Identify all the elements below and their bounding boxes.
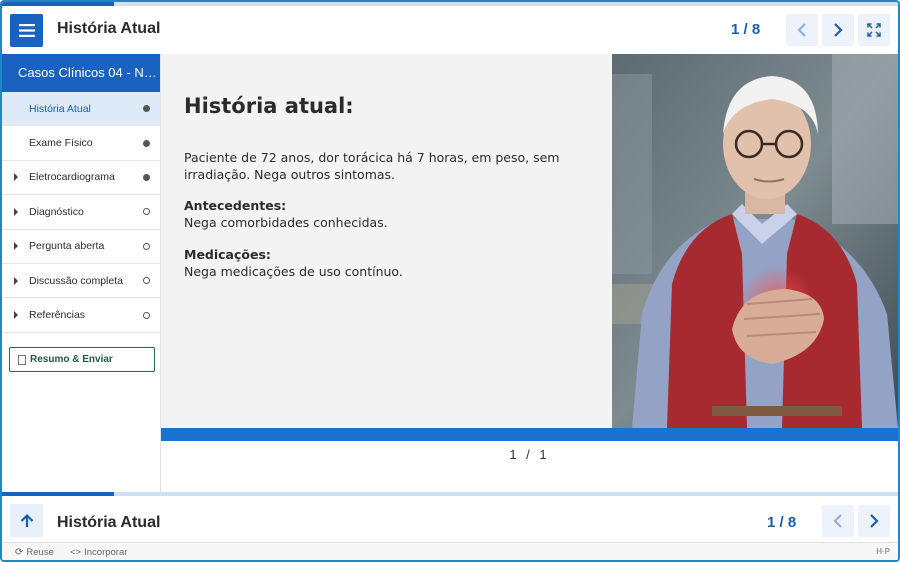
visited-dot-icon: [143, 105, 150, 113]
embed-link[interactable]: <> Incorporar: [70, 547, 127, 558]
unvisited-dot-icon: [143, 311, 150, 319]
caret-right-icon: [14, 242, 18, 251]
visited-dot-icon: [143, 173, 150, 181]
case-title[interactable]: Casos Clínicos 04 - Não Disponível: [2, 54, 160, 92]
page-title: História Atual: [57, 20, 161, 37]
sidebar-item-label: Discussão completa: [29, 274, 123, 287]
content-title: História atual:: [184, 94, 354, 118]
refresh-icon: ⟳: [15, 547, 24, 558]
reuse-label: Reuse: [26, 547, 54, 558]
arrow-up-icon: [20, 513, 33, 527]
background-heading: Antecedentes:: [184, 198, 287, 213]
sidebar-item[interactable]: História Atual: [2, 92, 160, 127]
medications-heading: Medicações:: [184, 247, 271, 262]
page-counter: 1 / 8: [731, 21, 761, 38]
sidebar-item[interactable]: Discussão completa: [2, 264, 160, 299]
app-frame: História Atual 1 / 8 Casos Clínicos 04 -…: [0, 0, 900, 562]
background-section: Antecedentes: Nega comorbidades conhecid…: [184, 197, 584, 231]
bottom-next-button[interactable]: [858, 505, 890, 537]
sidebar-item[interactable]: Eletrocardiograma: [2, 161, 160, 196]
footer: ⟳ Reuse <> Incorporar H·P: [2, 542, 898, 560]
sidebar-item-label: Pergunta aberta: [29, 240, 105, 253]
embed-label: Incorporar: [84, 547, 128, 558]
caret-right-icon: [14, 207, 18, 216]
sidebar-item[interactable]: Pergunta aberta: [2, 230, 160, 264]
sidebar-item[interactable]: Diagnóstico: [2, 195, 160, 230]
sidebar-item-label: Exame Físico: [29, 137, 93, 150]
reuse-link[interactable]: ⟳ Reuse: [15, 547, 54, 558]
history-paragraph: Paciente de 72 anos, dor torácica há 7 h…: [184, 150, 560, 182]
sidebar-item-label: Referências: [29, 309, 86, 322]
fullscreen-icon: [867, 23, 881, 37]
chevron-left-icon: [833, 514, 842, 528]
sidebar-item-label: Eletrocardiograma: [29, 171, 115, 184]
summary-submit-label: Resumo & Enviar: [30, 354, 113, 365]
code-icon: <>: [70, 547, 82, 558]
caret-right-icon: [14, 173, 18, 182]
medications-section: Medicações: Nega medicações de uso contí…: [184, 246, 584, 280]
top-bar: História Atual 1 / 8: [2, 6, 898, 54]
scroll-up-button[interactable]: [10, 504, 43, 537]
sidebar-item-label: História Atual: [29, 102, 91, 115]
summary-submit-button[interactable]: Resumo & Enviar: [9, 347, 155, 372]
slide-content: História atual: Paciente de 72 anos, dor…: [161, 54, 898, 428]
elderly-patient-image: [612, 54, 898, 428]
hamburger-icon: [18, 24, 35, 37]
unvisited-dot-icon: [143, 277, 150, 285]
sidebar-nav-list: História Atual Exame Físico Eletrocardiogr…: [2, 92, 160, 333]
bottom-previous-button[interactable]: [822, 505, 854, 537]
bottom-page-title: História Atual: [57, 514, 161, 531]
sidebar-item-label: Diagnóstico: [29, 205, 84, 218]
sidebar-item[interactable]: Exame Físico: [2, 126, 160, 161]
menu-button[interactable]: [10, 14, 43, 47]
medications-text: Nega medicações de uso contínuo.: [184, 264, 403, 279]
caret-right-icon: [14, 311, 18, 320]
bottom-bar: História Atual 1 / 8: [2, 496, 898, 542]
unvisited-dot-icon: [143, 208, 150, 216]
sidebar: Casos Clínicos 04 - Não Disponível Histó…: [2, 54, 161, 492]
slide-progress-bar: [161, 428, 898, 441]
patient-photo: [612, 54, 898, 428]
bottom-page-counter: 1 / 8: [767, 514, 797, 531]
chevron-right-icon: [834, 23, 843, 37]
caret-right-icon: [14, 276, 18, 285]
visited-dot-icon: [143, 139, 150, 147]
previous-button[interactable]: [786, 14, 818, 46]
next-button[interactable]: [822, 14, 854, 46]
h5p-logo: H·P: [876, 547, 890, 556]
sidebar-item[interactable]: Referências: [2, 298, 160, 333]
slide-pager: 1 / 1: [161, 441, 898, 492]
fullscreen-button[interactable]: [858, 14, 890, 46]
background-text: Nega comorbidades conhecidas.: [184, 215, 388, 230]
document-icon: [18, 354, 26, 365]
chevron-right-icon: [870, 514, 879, 528]
unvisited-dot-icon: [143, 242, 150, 250]
chevron-left-icon: [797, 23, 806, 37]
